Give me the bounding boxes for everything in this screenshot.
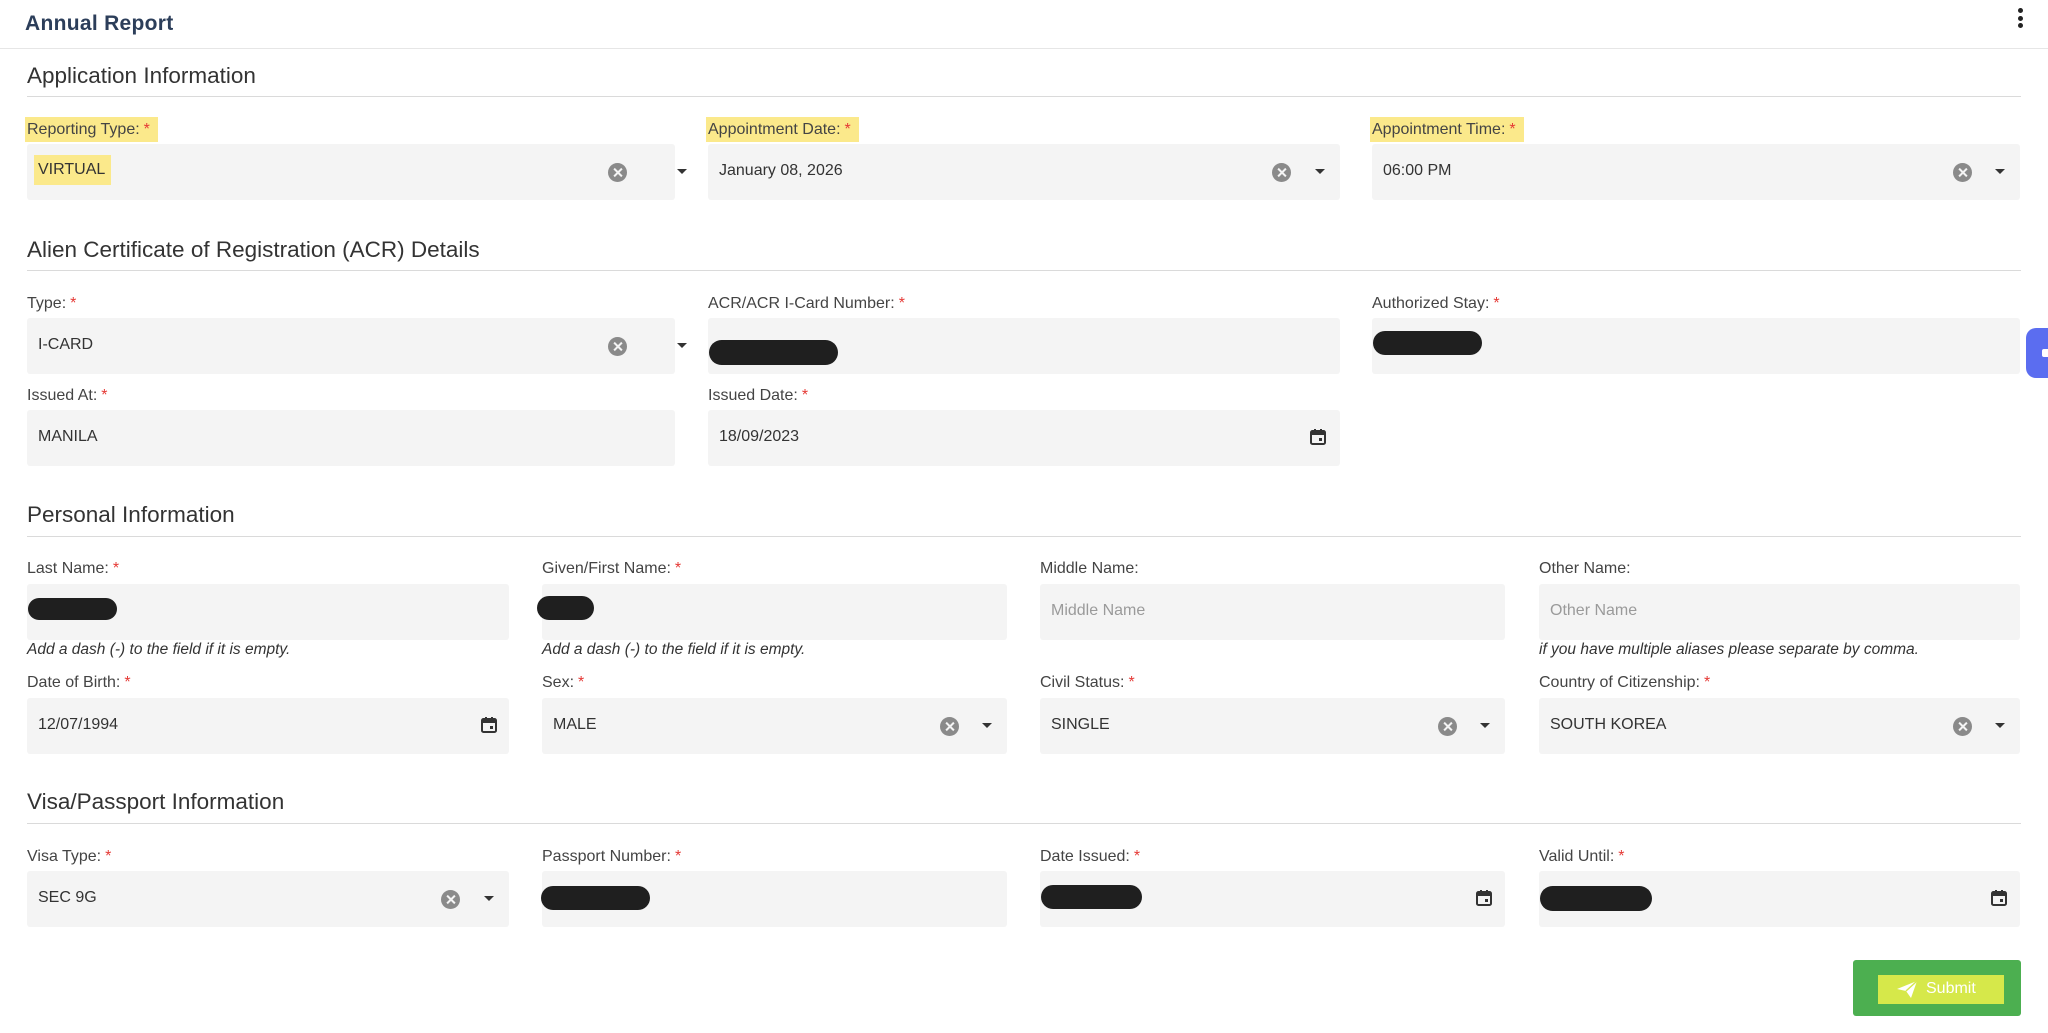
send-icon bbox=[1897, 980, 1918, 998]
appointment-time-value: 06:00 PM bbox=[1383, 162, 1452, 179]
first-name-hint: Add a dash (-) to the field if it is emp… bbox=[542, 641, 806, 658]
chevron-down-icon[interactable] bbox=[1995, 169, 2005, 174]
other-name-label: Other Name: bbox=[1539, 560, 1631, 577]
side-feedback-tab[interactable] bbox=[2026, 328, 2048, 378]
clear-icon[interactable] bbox=[608, 337, 627, 356]
reporting-type-value: VIRTUAL bbox=[34, 155, 112, 185]
visa-type-label: Visa Type: * bbox=[27, 848, 112, 865]
appointment-date-select[interactable]: January 08, 2026 bbox=[708, 144, 1340, 200]
appointment-date-label: Appointment Date: * bbox=[706, 117, 859, 142]
clear-icon[interactable] bbox=[1438, 717, 1457, 736]
dob-input[interactable]: 12/07/1994 bbox=[27, 698, 509, 754]
appointment-time-label: Appointment Time: * bbox=[1370, 117, 1524, 142]
passport-number-label: Passport Number: * bbox=[542, 848, 682, 865]
issued-date-value: 18/09/2023 bbox=[719, 428, 800, 445]
calendar-icon[interactable] bbox=[1309, 428, 1327, 446]
chevron-down-icon[interactable] bbox=[1480, 723, 1490, 728]
clear-icon[interactable] bbox=[608, 163, 627, 182]
citizenship-label: Country of Citizenship: * bbox=[1539, 674, 1711, 691]
sex-value: MALE bbox=[553, 716, 597, 733]
chevron-down-icon[interactable] bbox=[677, 343, 687, 348]
clear-icon[interactable] bbox=[441, 890, 460, 909]
calendar-icon[interactable] bbox=[480, 716, 498, 734]
visa-type-value: SEC 9G bbox=[38, 889, 97, 906]
section-title-visa: Visa/Passport Information bbox=[27, 789, 285, 814]
authorized-stay-label: Authorized Stay: * bbox=[1372, 295, 1500, 312]
sex-select[interactable]: MALE bbox=[542, 698, 1007, 754]
redacted-value bbox=[1373, 331, 1482, 355]
other-name-hint: if you have multiple aliases please sepa… bbox=[1539, 641, 1919, 658]
section-divider bbox=[27, 823, 2021, 824]
authorized-stay-input[interactable] bbox=[1372, 318, 2020, 374]
appointment-date-value: January 08, 2026 bbox=[719, 162, 843, 179]
acr-type-value: I-CARD bbox=[38, 336, 94, 353]
acr-type-select[interactable]: I-CARD bbox=[27, 318, 687, 374]
calendar-icon[interactable] bbox=[1475, 889, 1493, 907]
middle-name-placeholder: Middle Name bbox=[1051, 602, 1146, 619]
chevron-down-icon[interactable] bbox=[1315, 169, 1325, 174]
sex-label: Sex: * bbox=[542, 674, 585, 691]
clear-icon[interactable] bbox=[1953, 163, 1972, 182]
acr-number-label: ACR/ACR I-Card Number: * bbox=[708, 295, 905, 312]
redacted-value bbox=[709, 340, 838, 365]
other-name-placeholder: Other Name bbox=[1550, 602, 1638, 619]
section-title-application: Application Information bbox=[27, 63, 256, 88]
page-title: Annual Report bbox=[25, 12, 174, 35]
redacted-value bbox=[541, 886, 650, 910]
redacted-value bbox=[537, 596, 594, 620]
dob-label: Date of Birth: * bbox=[27, 674, 131, 691]
top-bar: Annual Report bbox=[0, 0, 2048, 49]
last-name-label: Last Name: * bbox=[27, 560, 120, 577]
passport-number-input[interactable] bbox=[541, 871, 1007, 927]
valid-until-label: Valid Until: * bbox=[1539, 848, 1625, 865]
citizenship-select[interactable]: SOUTH KOREA bbox=[1539, 698, 2020, 754]
acr-type-label: Type: * bbox=[27, 295, 77, 312]
chevron-down-icon[interactable] bbox=[982, 723, 992, 728]
submit-label: Submit bbox=[1926, 980, 1976, 997]
section-divider bbox=[27, 96, 2021, 97]
last-name-input[interactable] bbox=[27, 584, 509, 640]
section-divider bbox=[27, 536, 2021, 537]
visa-type-select[interactable]: SEC 9G bbox=[27, 871, 509, 927]
issued-at-value: MANILA bbox=[38, 428, 98, 445]
first-name-input[interactable] bbox=[537, 584, 1007, 640]
chevron-down-icon[interactable] bbox=[677, 169, 687, 174]
citizenship-value: SOUTH KOREA bbox=[1550, 716, 1667, 733]
clear-icon[interactable] bbox=[1953, 717, 1972, 736]
acr-number-input[interactable] bbox=[708, 318, 1340, 374]
dob-value: 12/07/1994 bbox=[38, 716, 119, 733]
civil-status-select[interactable]: SINGLE bbox=[1040, 698, 1505, 754]
first-name-label: Given/First Name: * bbox=[542, 560, 682, 577]
chevron-down-icon[interactable] bbox=[1995, 723, 2005, 728]
middle-name-input[interactable]: Middle Name bbox=[1040, 584, 1505, 640]
valid-until-input[interactable] bbox=[1539, 871, 2020, 927]
other-name-input[interactable]: Other Name bbox=[1539, 584, 2020, 640]
redacted-value bbox=[28, 598, 117, 620]
kebab-menu-icon[interactable] bbox=[2016, 8, 2024, 30]
submit-highlight: Submit bbox=[1878, 975, 2004, 1004]
redacted-value bbox=[1041, 885, 1142, 909]
clear-icon[interactable] bbox=[1272, 163, 1291, 182]
civil-status-value: SINGLE bbox=[1051, 716, 1110, 733]
chevron-down-icon[interactable] bbox=[484, 896, 494, 901]
issued-date-input[interactable]: 18/09/2023 bbox=[708, 410, 1340, 466]
civil-status-label: Civil Status: * bbox=[1040, 674, 1135, 691]
section-divider bbox=[27, 270, 2021, 271]
section-title-personal: Personal Information bbox=[27, 502, 235, 527]
clear-icon[interactable] bbox=[940, 717, 959, 736]
date-issued-input[interactable] bbox=[1040, 871, 1505, 927]
section-title-acr: Alien Certificate of Registration (ACR) … bbox=[27, 237, 480, 262]
calendar-icon[interactable] bbox=[1990, 889, 2008, 907]
redacted-value bbox=[1540, 886, 1652, 911]
issued-at-input[interactable]: MANILA bbox=[27, 410, 675, 466]
issued-at-label: Issued At: * bbox=[27, 387, 108, 404]
last-name-hint: Add a dash (-) to the field if it is emp… bbox=[27, 641, 291, 658]
submit-button[interactable]: Submit bbox=[1853, 960, 2021, 1016]
issued-date-label: Issued Date: * bbox=[708, 387, 809, 404]
reporting-type-select[interactable]: VIRTUAL bbox=[27, 144, 687, 200]
reporting-type-label: Reporting Type: * bbox=[25, 117, 158, 142]
middle-name-label: Middle Name: bbox=[1040, 560, 1139, 577]
appointment-time-select[interactable]: 06:00 PM bbox=[1372, 144, 2020, 200]
date-issued-label: Date Issued: * bbox=[1040, 848, 1141, 865]
